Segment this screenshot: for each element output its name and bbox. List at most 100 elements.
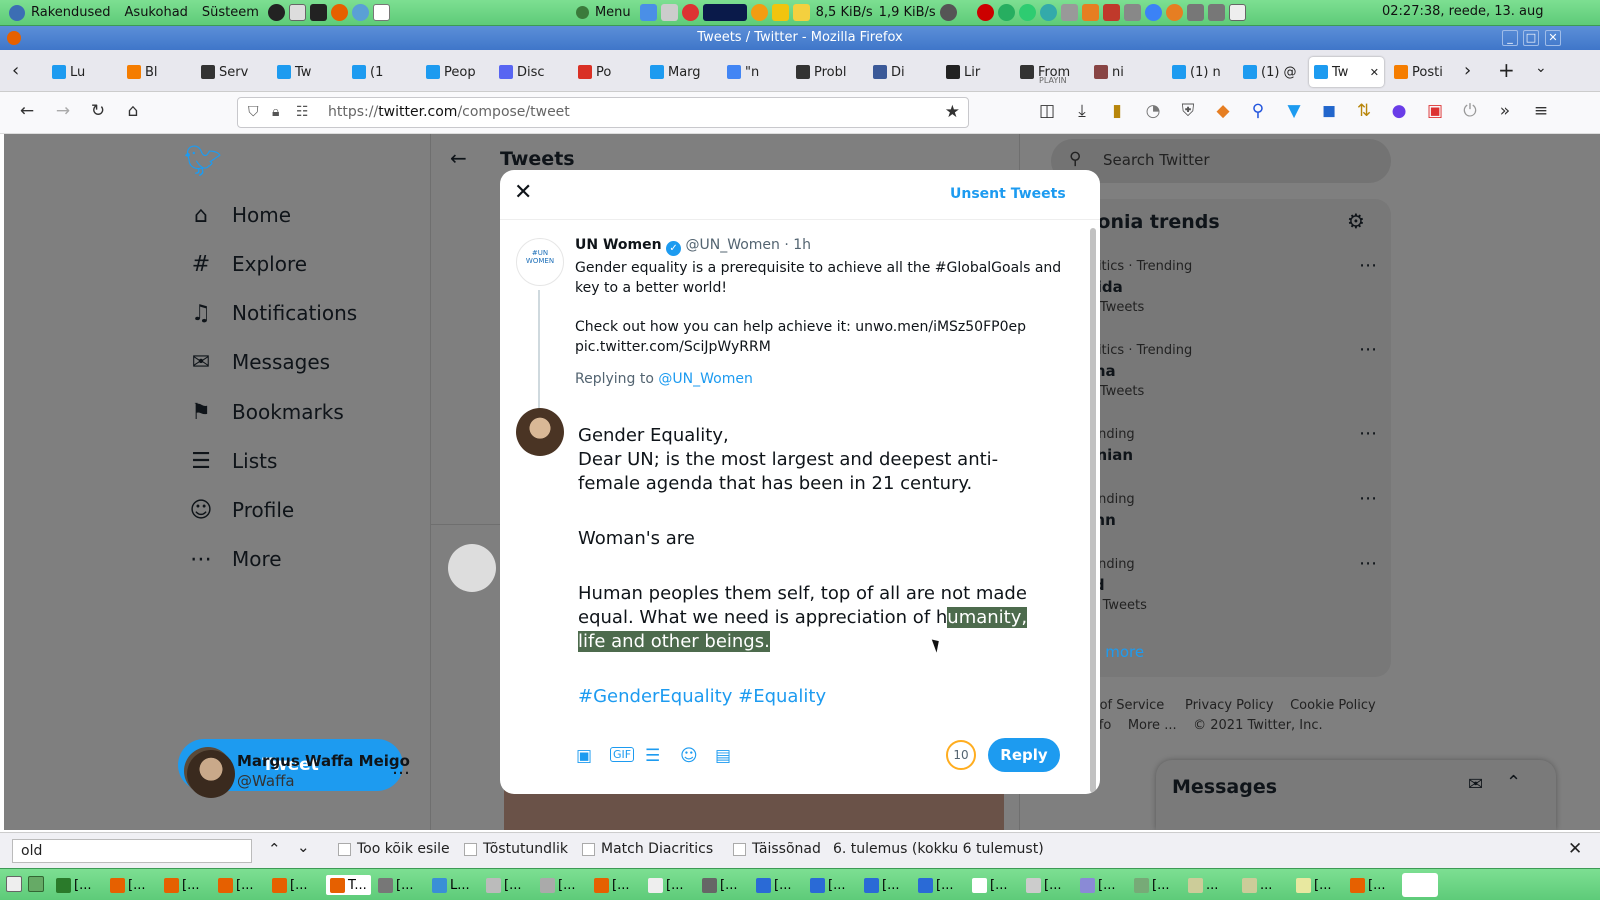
search-tray-icon[interactable] — [771, 4, 789, 21]
tab-scroll-left-icon[interactable]: ‹ — [12, 60, 19, 81]
hamburger-menu-icon[interactable]: ≡ — [1530, 100, 1552, 122]
reply-button[interactable]: Reply — [988, 738, 1060, 772]
tray-speaker-icon[interactable] — [1186, 4, 1204, 21]
emoji-icon[interactable]: ☺ — [680, 746, 698, 766]
tab-2[interactable]: Serv — [196, 57, 268, 87]
tab-13[interactable]: From PLAYIN — [1015, 57, 1085, 87]
extension-icon[interactable]: ⇅ — [1353, 100, 1375, 122]
reply-textarea[interactable]: Gender Equality, Dear UN; is the most la… — [578, 424, 1058, 709]
match-case-checkbox[interactable] — [464, 842, 477, 856]
taskbar-window-button[interactable]: [... — [810, 875, 845, 895]
permissions-icon[interactable]: ☷ — [296, 98, 309, 127]
menu-applications[interactable]: Rakendused — [31, 5, 111, 20]
nav-notifications[interactable]: ♫ Notifications — [187, 293, 357, 333]
tray-grid-icon[interactable] — [1123, 4, 1141, 21]
taskbar-window-button[interactable]: [... — [164, 875, 199, 895]
trend-item[interactable]: Politics · Trending orida 2K Tweets ⋯ — [1079, 255, 1379, 315]
trend-item[interactable]: Trending llinn ⋯ — [1079, 488, 1379, 533]
schedule-icon[interactable]: ▤ — [715, 746, 731, 766]
find-next-icon[interactable]: ⌄ — [297, 838, 310, 856]
nav-home[interactable]: ⌂ Home — [187, 195, 291, 235]
taskbar-window-button[interactable]: [... — [1296, 875, 1331, 895]
account-avatar[interactable] — [187, 750, 235, 798]
overflow-menu-icon[interactable]: » — [1494, 100, 1516, 122]
qbittorrent-icon[interactable] — [1144, 4, 1162, 21]
taskbar-window-button[interactable]: [... — [702, 875, 737, 895]
taskbar-window-button[interactable]: [... — [378, 875, 413, 895]
taskbar-window-button[interactable]: [... — [594, 875, 629, 895]
tab-4[interactable]: (1 — [347, 57, 417, 87]
image-icon[interactable]: ▣ — [576, 746, 592, 766]
trends-settings-gear-icon[interactable]: ⚙ — [1347, 209, 1365, 233]
taskbar-window-button[interactable]: [... — [864, 875, 899, 895]
tab-8[interactable]: Marg — [645, 57, 717, 87]
globe-icon[interactable] — [267, 4, 285, 21]
taskbar-window-button[interactable]: [... — [756, 875, 791, 895]
taskbar-window-button[interactable]: [... — [540, 875, 575, 895]
highlight-all-checkbox[interactable] — [338, 842, 351, 856]
account-name[interactable]: Margus Waffa Meigo — [237, 752, 410, 770]
find-previous-icon[interactable]: ⌃ — [268, 840, 281, 858]
hashtag-equality[interactable]: #Equality — [738, 686, 826, 707]
match-case-option[interactable]: Tõstutundlik — [464, 841, 568, 857]
modal-scrollbar[interactable] — [1090, 228, 1096, 793]
whole-words-checkbox[interactable] — [733, 842, 746, 856]
terminal-icon[interactable] — [309, 4, 327, 21]
forward-button[interactable]: → — [52, 100, 74, 122]
extension-icon[interactable]: ▣ — [1424, 100, 1446, 122]
fedora-menu[interactable]: Rakendused — [0, 4, 118, 21]
tab-3[interactable]: Tw — [272, 57, 342, 87]
metamask-icon[interactable]: ◆ — [1212, 100, 1234, 122]
search-box[interactable]: ⚲ Search Twitter — [1051, 139, 1391, 183]
downloads-icon[interactable]: ⤓ — [1071, 100, 1093, 122]
footer-more[interactable]: More ... — [1128, 718, 1177, 733]
trend-more-icon[interactable]: ⋯ — [1359, 423, 1377, 444]
original-author-handle[interactable]: @UN_Women · 1h — [685, 237, 811, 253]
taskbar-window-button[interactable]: [... — [110, 875, 145, 895]
nav-profile[interactable]: ☺ Profile — [187, 490, 295, 530]
footer-cookie[interactable]: Cookie Policy — [1290, 698, 1376, 713]
tab-10[interactable]: Probl — [791, 57, 865, 87]
tab-scroll-right-icon[interactable]: › — [1464, 60, 1471, 81]
new-message-icon[interactable]: ✉ — [1468, 774, 1483, 795]
footer-privacy[interactable]: Privacy Policy — [1185, 698, 1274, 713]
close-window-button[interactable]: ✕ — [1545, 30, 1561, 46]
hashtag-genderequality[interactable]: #GenderEquality — [578, 686, 732, 707]
whole-words-option[interactable]: Täissõnad — [733, 841, 821, 857]
tab-0[interactable]: Lu — [47, 57, 117, 87]
tab-list-chevron-icon[interactable]: ⌄ — [1535, 60, 1547, 76]
tab-1[interactable]: Bl — [122, 57, 192, 87]
extension-icon[interactable]: ▼ — [1283, 100, 1305, 122]
menu-system[interactable]: Süsteem — [195, 5, 266, 20]
tab-12[interactable]: Lir — [941, 57, 1011, 87]
workspace-icon[interactable] — [28, 876, 44, 892]
collapse-chevrons-icon[interactable]: ⌃ — [1506, 772, 1521, 793]
menu-places[interactable]: Asukohad — [118, 5, 195, 20]
tray-face-icon[interactable] — [1165, 4, 1183, 21]
tray-red-icon[interactable] — [976, 4, 994, 21]
tab-16[interactable]: (1) @ — [1238, 57, 1308, 87]
trend-item[interactable]: Politics · Trending hina 6K Tweets ⋯ — [1079, 339, 1379, 399]
tray-check-icon[interactable] — [639, 4, 657, 21]
match-diacritics-checkbox[interactable] — [582, 842, 595, 856]
taskbar-window-button[interactable]: L... — [432, 875, 470, 895]
taskbar-window-button[interactable]: [... — [648, 875, 683, 895]
search-input[interactable]: Search Twitter — [1103, 151, 1210, 169]
new-tab-button[interactable]: + — [1498, 58, 1515, 82]
taskbar-window-button[interactable]: [... — [1134, 875, 1169, 895]
replying-to-handle[interactable]: @UN_Women — [658, 371, 752, 387]
back-button[interactable]: ← — [16, 100, 38, 122]
tray-orange-icon[interactable] — [1081, 4, 1099, 21]
maximize-button[interactable]: □ — [1523, 30, 1539, 46]
menu-launcher[interactable]: Menu — [567, 5, 638, 20]
trend-item[interactable]: Trending vid 2M Tweets ⋯ — [1079, 553, 1379, 613]
tray-app-icon[interactable] — [660, 4, 678, 21]
show-desktop-icon[interactable] — [6, 876, 22, 892]
nav-messages[interactable]: ✉ Messages — [187, 342, 330, 382]
taskbar-window-button[interactable]: [... — [1026, 875, 1061, 895]
trend-more-icon[interactable]: ⋯ — [1359, 488, 1377, 509]
tray-clipboard-icon[interactable] — [1228, 4, 1246, 21]
account-more-icon[interactable]: … — [392, 758, 410, 779]
trend-more-icon[interactable]: ⋯ — [1359, 553, 1377, 574]
taskbar-window-button[interactable]: [... — [218, 875, 253, 895]
